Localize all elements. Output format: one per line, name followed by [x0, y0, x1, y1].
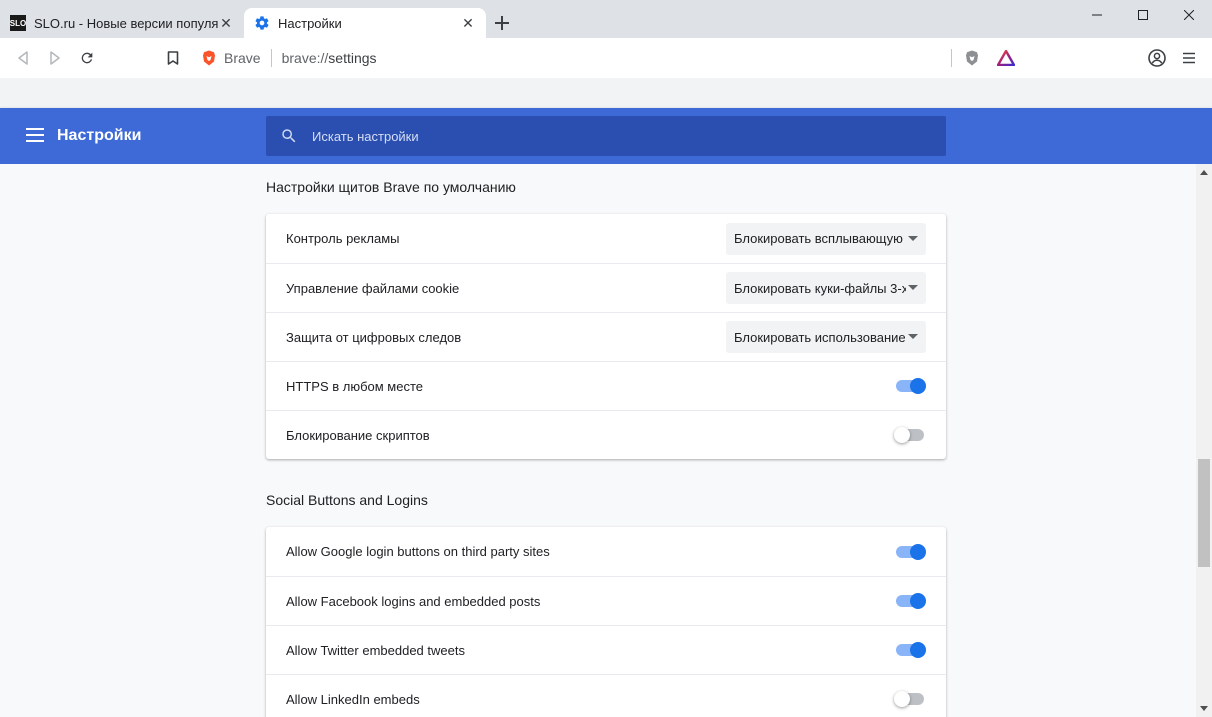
settings-app-bar: Настройки [0, 108, 1212, 164]
forward-button[interactable] [43, 46, 67, 70]
reload-button[interactable] [75, 46, 99, 70]
omnibox-divider [951, 49, 952, 67]
fingerprinting-select[interactable]: Блокировать использование отпечатков [726, 321, 926, 353]
facebook-toggle[interactable] [894, 591, 926, 611]
setting-label: Allow LinkedIn embeds [286, 691, 420, 707]
shields-settings-card: Контроль рекламы Блокировать всплывающую… [266, 214, 946, 459]
section-title-shields: Настройки щитов Brave по умолчанию [266, 179, 516, 195]
url-path: settings [328, 50, 377, 66]
scrollbar-thumb[interactable] [1198, 459, 1210, 567]
minimize-icon [1092, 14, 1102, 16]
close-tab-icon[interactable]: ✕ [218, 15, 234, 31]
setting-label: Управление файлами cookie [286, 280, 460, 296]
close-icon [1184, 10, 1194, 20]
minimize-button[interactable] [1074, 0, 1120, 30]
tab-title: SLO.ru - Новые версии популярных [34, 15, 218, 31]
omnibox-brand-chip: Brave [224, 50, 261, 66]
close-tab-icon[interactable]: ✕ [460, 15, 476, 31]
settings-content: Настройки щитов Brave по умолчанию Контр… [0, 164, 1196, 717]
url-scheme: brave:// [281, 50, 329, 66]
section-title-social: Social Buttons and Logins [266, 492, 428, 508]
hamburger-menu-icon[interactable] [26, 128, 44, 142]
back-button[interactable] [11, 46, 35, 70]
browser-toolbar: Brave brave://settings [0, 38, 1212, 78]
slo-favicon-icon: SLO [10, 15, 26, 31]
maximize-button[interactable] [1120, 0, 1166, 30]
forward-triangle-icon [50, 51, 60, 65]
setting-label: HTTPS в любом месте [286, 378, 424, 394]
address-bar[interactable]: Brave brave://settings [190, 43, 1022, 73]
new-tab-button[interactable] [492, 13, 512, 33]
brave-rewards-button[interactable] [994, 46, 1018, 70]
tab-strip: SLO SLO.ru - Новые версии популярных ✕ Н… [0, 0, 1212, 38]
tab-title: Настройки [278, 15, 342, 31]
setting-row-fingerprinting: Защита от цифровых следов Блокировать ис… [266, 312, 946, 361]
profile-avatar-icon [1148, 49, 1166, 67]
maximize-icon [1138, 10, 1148, 20]
social-settings-card: Allow Google login buttons on third part… [266, 527, 946, 717]
settings-search[interactable] [266, 116, 946, 156]
close-window-button[interactable] [1166, 0, 1212, 30]
bookmark-icon [167, 51, 179, 65]
scroll-down-arrow-icon[interactable] [1200, 706, 1208, 711]
twitter-toggle[interactable] [894, 640, 926, 660]
setting-label: Allow Google login buttons on third part… [286, 544, 550, 559]
brave-shields-button[interactable] [960, 46, 984, 70]
cookie-control-select[interactable]: Блокировать куки-файлы 3-х сторон [726, 272, 926, 304]
caret-down-icon [908, 285, 918, 290]
reload-icon [81, 52, 93, 64]
setting-label: Allow Twitter embedded tweets [286, 642, 465, 658]
page-scrollbar[interactable] [1196, 164, 1212, 717]
back-triangle-icon [18, 51, 28, 65]
caret-down-icon [908, 334, 918, 339]
toolbar-spacer [0, 78, 1212, 108]
ad-control-select[interactable]: Блокировать всплывающую рекламу [726, 222, 926, 255]
setting-row-twitter: Allow Twitter embedded tweets [266, 625, 946, 674]
plus-icon [495, 16, 509, 30]
brave-shields-icon [966, 50, 978, 66]
settings-gear-icon [255, 16, 269, 30]
caret-down-icon [908, 235, 918, 241]
select-value: Блокировать куки-файлы 3-х сторон [734, 280, 906, 296]
tab-settings[interactable]: Настройки ✕ [244, 8, 486, 38]
setting-row-cookies: Управление файлами cookie Блокировать ку… [266, 263, 946, 312]
linkedin-toggle[interactable] [894, 689, 926, 709]
menu-lines-icon [1183, 52, 1195, 64]
setting-label: Блокирование скриптов [286, 427, 430, 443]
search-input[interactable] [312, 128, 912, 144]
page-title: Настройки [57, 127, 142, 144]
setting-row-facebook: Allow Facebook logins and embedded posts [266, 576, 946, 625]
select-value: Блокировать использование отпечатков [734, 329, 906, 345]
setting-label: Allow Facebook logins and embedded posts [286, 593, 541, 609]
tab-slo[interactable]: SLO SLO.ru - Новые версии популярных ✕ [0, 8, 244, 38]
setting-row-linkedin: Allow LinkedIn embeds [266, 674, 946, 717]
setting-row-ad-control: Контроль рекламы Блокировать всплывающую… [266, 214, 946, 263]
main-menu-button[interactable] [1177, 46, 1201, 70]
brave-rewards-triangle-icon [997, 50, 1015, 66]
https-everywhere-toggle[interactable] [894, 376, 926, 396]
setting-label: Контроль рекламы [286, 231, 400, 246]
setting-row-script-blocking: Блокирование скриптов [266, 410, 946, 459]
omnibox-separator [270, 49, 272, 67]
script-blocking-toggle[interactable] [894, 425, 926, 445]
profile-button[interactable] [1145, 46, 1169, 70]
google-login-toggle[interactable] [894, 542, 926, 562]
scroll-up-arrow-icon[interactable] [1200, 170, 1208, 175]
setting-label: Защита от цифровых следов [286, 329, 462, 345]
window-controls [1074, 0, 1212, 30]
setting-row-https-everywhere: HTTPS в любом месте [266, 361, 946, 410]
url-text: brave://settings [282, 50, 377, 66]
setting-row-google-login: Allow Google login buttons on third part… [266, 527, 946, 576]
brave-lion-icon [203, 50, 215, 66]
select-value: Блокировать всплывающую рекламу [734, 231, 906, 246]
search-icon [282, 129, 296, 143]
omnibox-actions [951, 43, 1022, 73]
bookmark-button[interactable] [161, 46, 185, 70]
